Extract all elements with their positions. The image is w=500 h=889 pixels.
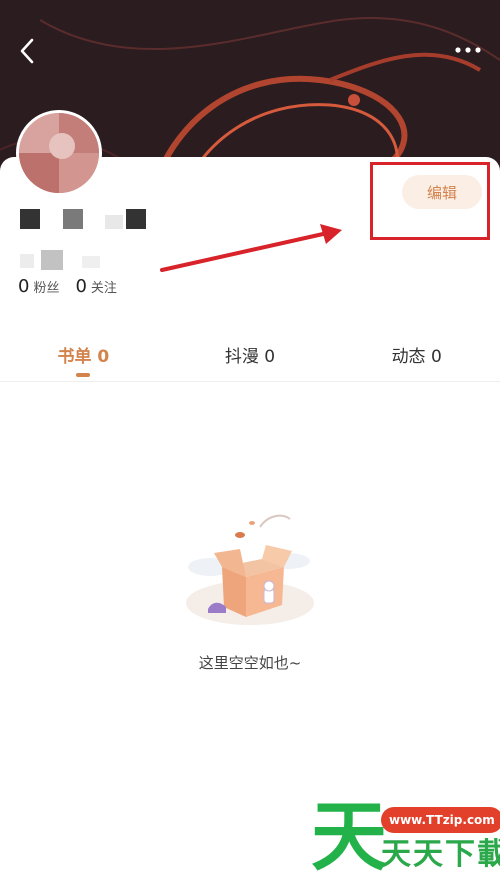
tab-divider: [0, 381, 500, 382]
watermark-text: 天天下載: [381, 837, 500, 872]
nickname-redacted: [20, 209, 160, 229]
followers-label: 粉丝: [33, 281, 60, 296]
empty-box-illustration: [186, 514, 314, 625]
watermark-url: www.TTzip.com: [381, 807, 500, 833]
followers-count: 0: [18, 276, 30, 297]
chevron-left-icon: [20, 38, 34, 64]
tab-activity-label: 动态 0: [391, 347, 442, 367]
back-button[interactable]: [12, 34, 42, 68]
follow-stats: 0 粉丝 0 关注: [18, 276, 117, 300]
active-tab-indicator: [76, 373, 91, 377]
following-stat[interactable]: 0 关注: [75, 276, 116, 297]
tab-booklists[interactable]: 书单 0: [0, 342, 167, 382]
following-label: 关注: [90, 281, 117, 296]
annotation-highlight-box: [370, 162, 490, 240]
user-id-redacted: [20, 250, 110, 270]
annotation-arrow-icon: [160, 224, 342, 272]
following-count: 0: [75, 276, 87, 297]
site-watermark: 天 www.TTzip.com 天天下載: [305, 795, 500, 889]
tab-activity[interactable]: 动态 0: [333, 342, 500, 382]
tab-comics[interactable]: 抖漫 0: [167, 342, 334, 382]
content-tabs: 书单 0 抖漫 0 动态 0: [0, 342, 500, 382]
followers-stat[interactable]: 0 粉丝: [18, 276, 59, 297]
empty-state-message: 这里空空如也~: [198, 654, 302, 672]
watermark-big-char: 天: [311, 792, 387, 881]
tab-booklists-label: 书单 0: [57, 347, 110, 367]
more-button[interactable]: [450, 38, 486, 62]
tab-comics-label: 抖漫 0: [224, 347, 276, 367]
more-dots-icon: [455, 47, 481, 53]
avatar[interactable]: [16, 110, 102, 196]
